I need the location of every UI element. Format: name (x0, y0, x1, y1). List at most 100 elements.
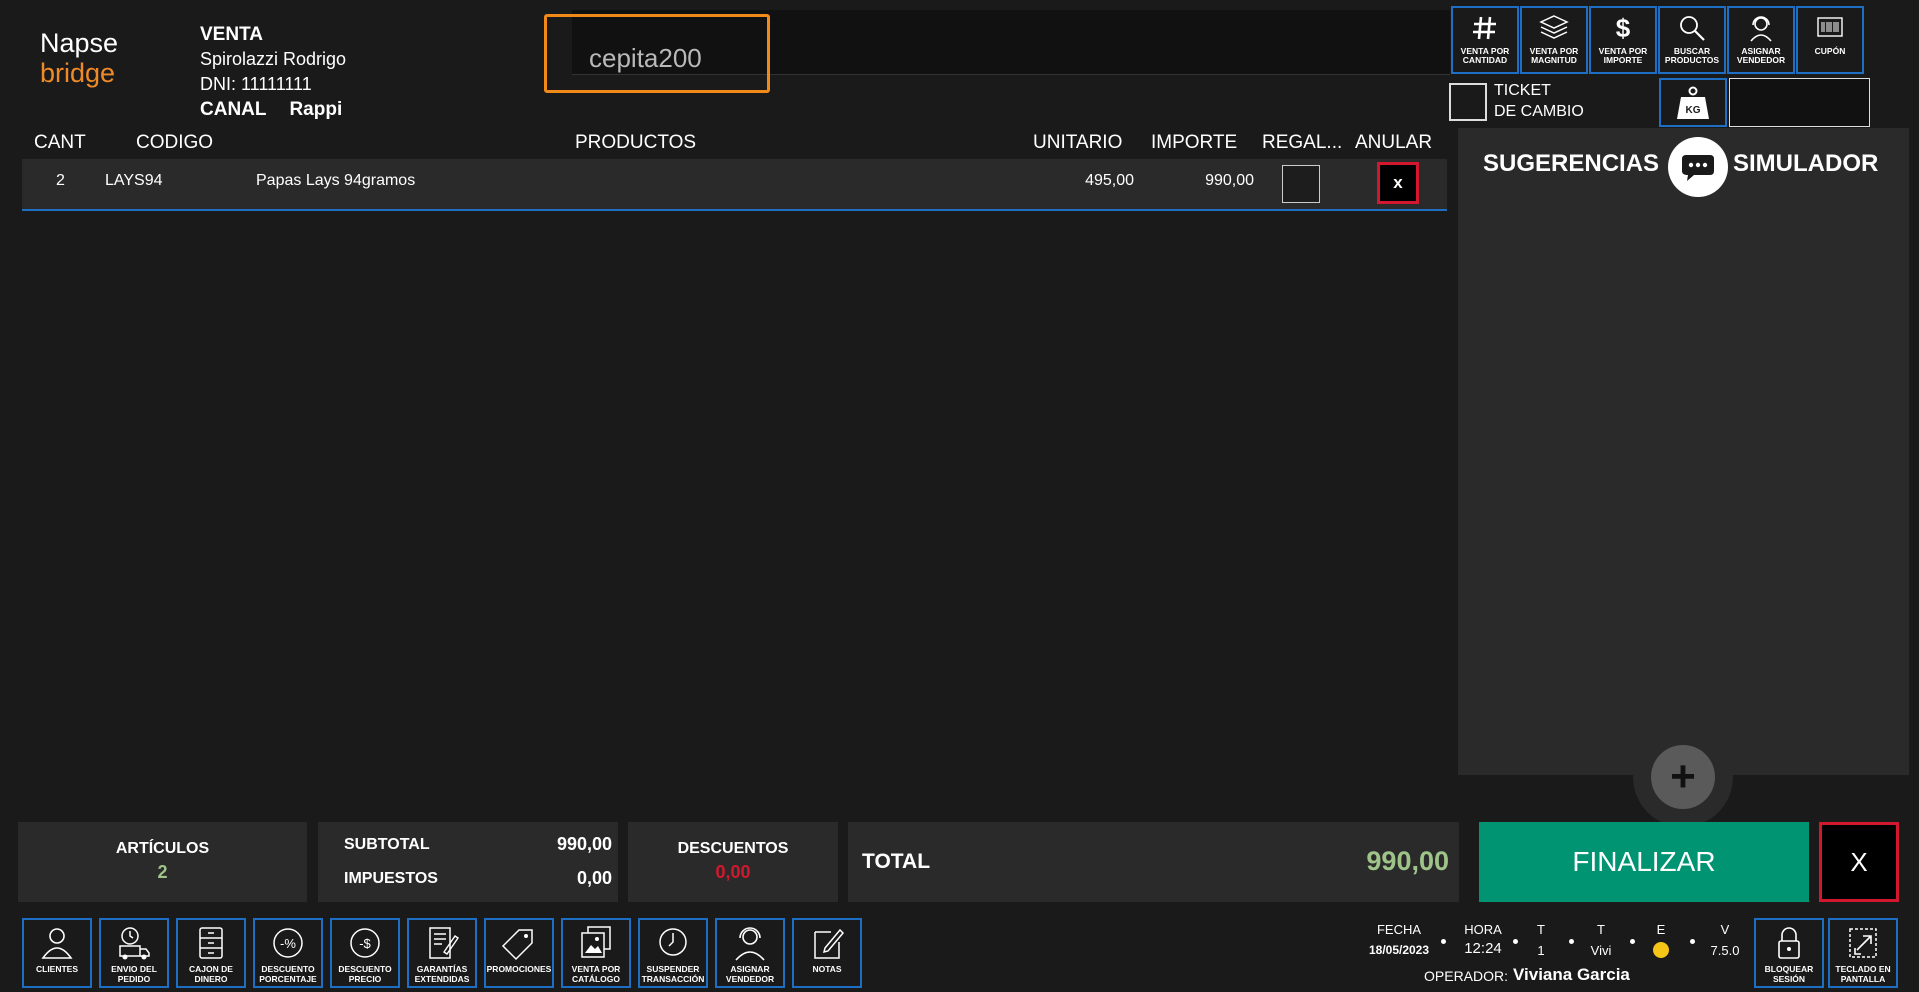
row-cant: 2 (56, 172, 65, 189)
status-hora: HORA 12:24 (1455, 922, 1511, 957)
weight-display (1729, 78, 1870, 127)
asignar-vendedor-bottom-button[interactable]: ASIGNAR VENDEDOR (715, 918, 785, 988)
bottom-button-label: PROMOCIONES (486, 964, 552, 974)
chat-bubble-icon[interactable] (1668, 137, 1728, 197)
user-label: T (1597, 922, 1605, 937)
bottom-button-label: GARANTÍAS EXTENDIDAS (414, 964, 470, 984)
column-header-codigo: CODIGO (136, 132, 214, 153)
column-header-regalo: REGAL... (1262, 132, 1343, 153)
cash-drawer-icon (199, 927, 223, 959)
page-title: VENTA (200, 24, 263, 45)
search-input[interactable] (544, 14, 770, 93)
lock-icon (1778, 927, 1800, 959)
simulador-tab[interactable]: SIMULADOR (1733, 150, 1878, 178)
toolbar-button-label: VENTA POR MAGNITUD (1529, 46, 1579, 65)
garantias-extendidas-button[interactable]: GARANTÍAS EXTENDIDAS (407, 918, 477, 988)
suggestions-panel (1458, 128, 1909, 791)
terminal-label: T (1537, 922, 1545, 937)
toolbar-button-label: ASIGNAR VENDEDOR (1736, 46, 1786, 65)
subtotal-box: SUBTOTAL 990,00 IMPUESTOS 0,00 (318, 822, 618, 902)
terminal-value: 1 (1537, 943, 1545, 958)
bottom-button-label: BLOQUEAR SESIÓN (1764, 964, 1814, 984)
hora-label: HORA (1464, 922, 1502, 937)
chat-icon (1682, 155, 1714, 181)
dollar-icon: $ (1616, 13, 1631, 43)
layers-icon (1539, 15, 1569, 39)
cupon-button[interactable]: CUPÓN (1796, 6, 1864, 74)
impuestos-label: IMPUESTOS (344, 870, 438, 887)
status-separator (1513, 939, 1518, 944)
anular-item-button[interactable]: x (1377, 162, 1419, 204)
suspender-transaccion-button[interactable]: SUSPENDER TRANSACCIÓN (638, 918, 708, 988)
weight-button[interactable]: KG (1659, 78, 1727, 127)
row-importe: 990,00 (1205, 172, 1254, 189)
impuestos-value: 0,00 (576, 868, 612, 888)
articulos-label: ARTÍCULOS (115, 840, 210, 857)
status-version: V 7.5.0 (1707, 922, 1743, 958)
column-header-unitario: UNITARIO (1033, 132, 1123, 153)
bottom-button-label: DESCUENTO PORCENTAJE (259, 964, 317, 984)
cajon-de-dinero-button[interactable]: CAJON DE DINERO (176, 918, 246, 988)
finalizar-button[interactable]: FINALIZAR (1479, 822, 1809, 902)
venta-por-magnitud-button[interactable]: VENTA POR MAGNITUD (1520, 6, 1588, 74)
row-codigo: LAYS94 (105, 172, 163, 189)
logo-line-1: Napse (40, 28, 119, 58)
column-header-importe: IMPORTE (1151, 132, 1238, 153)
ticket-label-line-2: DE CAMBIO (1494, 103, 1584, 120)
status-fecha: FECHA 18/05/2023 (1364, 922, 1434, 957)
asignar-vendedor-button[interactable]: ASIGNAR VENDEDOR (1727, 6, 1795, 74)
descuento-precio-button[interactable]: -$ DESCUENTO PRECIO (330, 918, 400, 988)
svg-text:$: $ (1616, 13, 1631, 43)
hora-value: 12:24 (1464, 940, 1502, 957)
buscar-productos-button[interactable]: BUSCAR PRODUCTOS (1658, 6, 1726, 74)
headset-icon (1750, 16, 1772, 42)
total-label: TOTAL (862, 850, 931, 873)
percent-discount-icon: -% (273, 928, 303, 958)
expand-icon (1849, 928, 1877, 958)
headset-icon (735, 927, 765, 961)
clientes-button[interactable]: CLIENTES (22, 918, 92, 988)
delivery-truck-icon (119, 927, 150, 960)
total-value: 990,00 (1366, 846, 1449, 876)
teclado-en-pantalla-button[interactable]: TECLADO EN PANTALLA (1828, 918, 1898, 988)
customer-dni: DNI: 11111111 (200, 74, 312, 94)
ticket-de-cambio-label: TICKET DE CAMBIO (1494, 80, 1584, 122)
articulos-value: 2 (157, 862, 168, 882)
svg-text:-%: -% (280, 936, 296, 951)
version-label: V (1720, 922, 1730, 937)
bottom-button-label: NOTAS (812, 964, 842, 974)
person-icon (41, 928, 73, 959)
fecha-label: FECHA (1376, 922, 1422, 937)
bottom-button-label: VENTA POR CATÁLOGO (571, 964, 621, 984)
venta-por-catalogo-button[interactable]: VENTA POR CATÁLOGO (561, 918, 631, 988)
sugerencias-tab[interactable]: SUGERENCIAS (1483, 150, 1659, 178)
customer-name: Spirolazzi Rodrigo (200, 49, 347, 69)
notas-button[interactable]: NOTAS (792, 918, 862, 988)
tag-icon (501, 929, 533, 961)
envio-del-pedido-button[interactable]: ENVIO DEL PEDIDO (99, 918, 169, 988)
catalog-icon (581, 926, 611, 958)
bottom-button-label: CAJON DE DINERO (189, 964, 233, 984)
subtotal-value: 990,00 (556, 834, 612, 854)
e-label: E (1656, 922, 1666, 937)
ticket-de-cambio-checkbox[interactable] (1449, 83, 1487, 121)
row-producto: Papas Lays 94gramos (256, 172, 416, 189)
cancel-sale-button[interactable]: X (1819, 822, 1899, 902)
venta-por-cantidad-button[interactable]: VENTA POR CANTIDAD (1451, 6, 1519, 74)
status-separator (1441, 939, 1446, 944)
bottom-button-label: CLIENTES (35, 964, 79, 974)
regalo-checkbox[interactable] (1282, 165, 1320, 203)
status-separator (1630, 939, 1635, 944)
notes-icon (814, 928, 845, 959)
add-suggestion-button[interactable]: + (1651, 745, 1715, 809)
version-value: 7.5.0 (1710, 943, 1740, 958)
logo-line-2: bridge (40, 58, 116, 88)
column-header-anular: ANULAR (1355, 132, 1433, 153)
venta-por-importe-button[interactable]: $ VENTA POR IMPORTE (1589, 6, 1657, 74)
operador-name: Viviana Garcia (1513, 965, 1630, 984)
connection-status-indicator (1653, 942, 1669, 958)
svg-text:-$: -$ (359, 936, 371, 951)
bloquear-sesion-button[interactable]: BLOQUEAR SESIÓN (1754, 918, 1824, 988)
promociones-button[interactable]: PROMOCIONES (484, 918, 554, 988)
descuento-porcentaje-button[interactable]: -% DESCUENTO PORCENTAJE (253, 918, 323, 988)
